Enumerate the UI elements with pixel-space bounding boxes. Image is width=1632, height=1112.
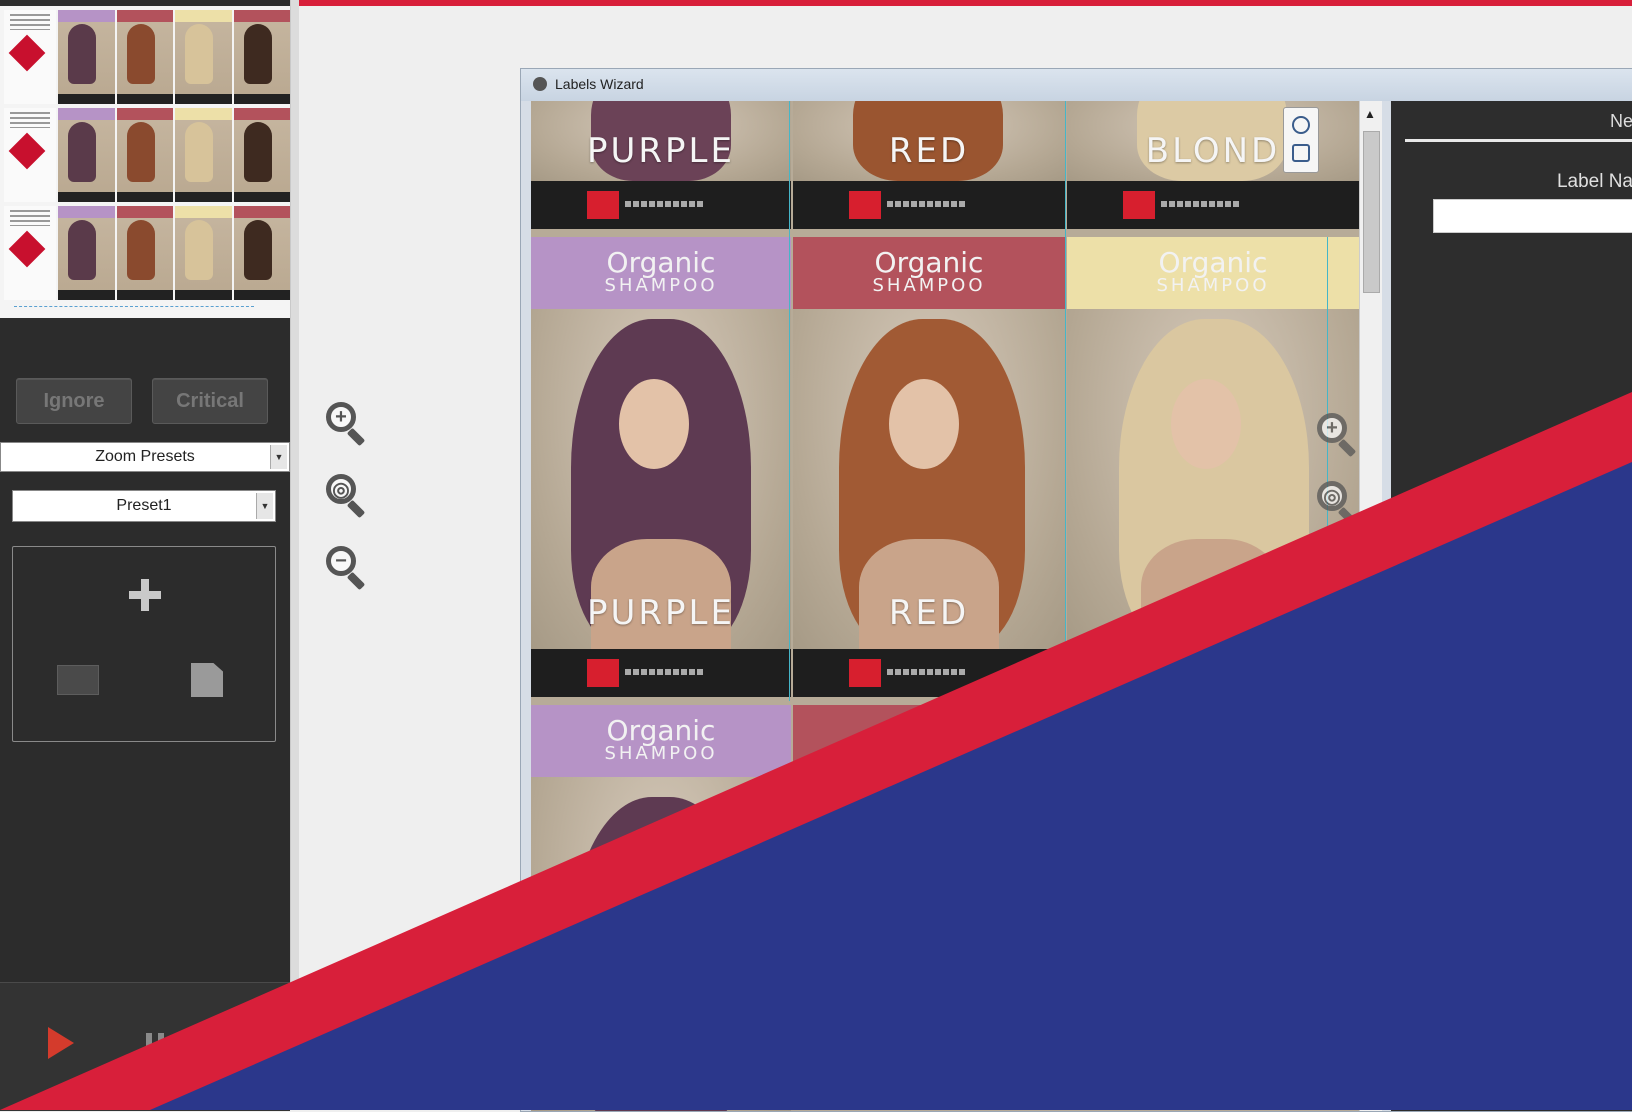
thumbnail-row[interactable]: [4, 10, 290, 104]
remove-icon[interactable]: [57, 665, 99, 695]
label-band-blond: Organic SHAMPOO: [1067, 237, 1359, 309]
chevron-down-icon[interactable]: ▼: [256, 493, 273, 519]
shampoo-text: SHAMPOO: [872, 275, 986, 296]
brand-bar: [1067, 181, 1359, 229]
thumbnail-row[interactable]: [4, 108, 290, 202]
zoom-fit-icon[interactable]: ◎: [324, 472, 368, 519]
shampoo-text: SHAMPOO: [1156, 275, 1270, 296]
zoom-presets-dropdown[interactable]: Zoom Presets ▼: [0, 442, 290, 472]
organic-text: Organic: [606, 246, 716, 279]
organic-text: Organic: [606, 714, 716, 747]
thumbnail-row[interactable]: [4, 206, 290, 300]
view-tools[interactable]: [1283, 107, 1319, 173]
color-name-text: RED: [888, 131, 970, 171]
label-band-purple: Organic SHAMPOO: [531, 237, 791, 309]
pan-icon[interactable]: [1292, 116, 1310, 134]
scroll-up-icon[interactable]: ▲: [1364, 107, 1376, 121]
color-name-text: PURPLE: [587, 593, 735, 633]
ignore-button[interactable]: Ignore: [16, 378, 132, 424]
shampoo-text: SHAMPOO: [604, 743, 718, 764]
brand-bar: [531, 649, 791, 697]
brand-logo: [1123, 191, 1155, 219]
page-thumbnails[interactable]: [0, 6, 290, 318]
select-rect-icon[interactable]: [1292, 144, 1310, 162]
brand-logo: [849, 659, 881, 687]
left-panel: Ignore Critical Zoom Presets ▼ Preset1 ▼: [0, 0, 290, 1111]
window-title: Labels Wizard: [555, 76, 644, 92]
zoom-in-icon[interactable]: +: [1315, 411, 1359, 458]
label-name-label: Label Na: [1556, 171, 1632, 192]
brand-logo: [849, 191, 881, 219]
window-title-bar[interactable]: Labels Wizard: [521, 69, 1632, 101]
chevron-down-icon[interactable]: ▼: [270, 445, 287, 469]
play-icon[interactable]: [48, 1027, 74, 1059]
brand-bar: [531, 181, 791, 229]
severity-buttons: Ignore Critical: [0, 370, 290, 432]
preset-actions-panel: [12, 546, 276, 742]
preset-value: Preset1: [116, 497, 172, 514]
brand-bar: [793, 181, 1065, 229]
thumbnail-scrollbar[interactable]: [14, 302, 254, 307]
zoom-out-icon[interactable]: −: [324, 544, 368, 591]
zoom-presets-label: Zoom Presets: [95, 448, 195, 465]
plus-icon[interactable]: [125, 575, 165, 615]
panel-splitter[interactable]: [290, 0, 299, 1110]
divider: [1405, 139, 1632, 142]
preset-select[interactable]: Preset1 ▼: [12, 490, 276, 522]
save-icon[interactable]: [191, 663, 223, 697]
brand-logo: [587, 659, 619, 687]
label-band-red: Organic SHAMPOO: [793, 237, 1065, 309]
color-name-text: PURPLE: [587, 131, 735, 171]
cut-line: [789, 101, 790, 701]
scrollbar-thumb[interactable]: [1363, 131, 1380, 293]
app-icon: [533, 77, 547, 91]
organic-text: Organic: [1158, 246, 1268, 279]
cut-line: [1065, 101, 1066, 701]
shampoo-text: SHAMPOO: [604, 275, 718, 296]
zoom-in-icon[interactable]: +: [324, 400, 368, 447]
color-name-text: RED: [888, 593, 970, 633]
brand-logo: [587, 191, 619, 219]
pane-header: Ne: [1609, 111, 1632, 131]
label-band-purple: Organic SHAMPOO: [531, 705, 791, 777]
critical-button[interactable]: Critical: [152, 378, 268, 424]
organic-text: Organic: [874, 246, 984, 279]
label-name-input[interactable]: [1433, 199, 1632, 233]
